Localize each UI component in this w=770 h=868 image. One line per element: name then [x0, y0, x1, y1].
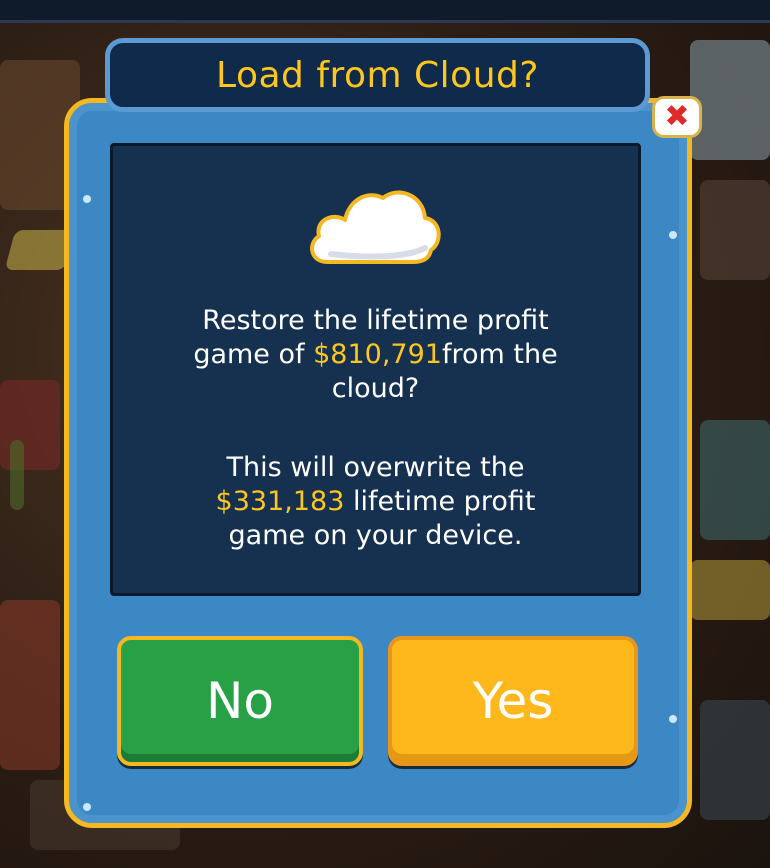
- dialog-title-plate: Load from Cloud?: [105, 38, 650, 112]
- rivet: [669, 231, 677, 239]
- dialog-title: Load from Cloud?: [216, 54, 539, 96]
- background-building: [0, 380, 60, 470]
- no-button-label: No: [206, 672, 274, 730]
- restore-line-3: cloud?: [331, 373, 420, 404]
- background-building: [0, 600, 60, 770]
- restore-line-2: game of $810,791from the: [193, 339, 558, 370]
- warning-line-3: game on your device.: [228, 520, 523, 551]
- background-building: [700, 700, 770, 820]
- warning-line-2: $331,183 lifetime profit: [215, 486, 536, 517]
- background-building: [700, 420, 770, 540]
- cactus-decoration: [10, 440, 24, 510]
- overwrite-warning: This will overwrite the $331,183 lifetim…: [113, 451, 638, 553]
- background-building: [690, 40, 770, 160]
- rivet: [669, 715, 677, 723]
- rivet: [83, 803, 91, 811]
- background-building: [690, 560, 770, 620]
- top-bar: [0, 0, 770, 23]
- restore-line-1: Restore the lifetime profit: [202, 305, 549, 336]
- cloud-icon: [310, 190, 441, 264]
- warning-line-1: This will overwrite the: [226, 452, 525, 483]
- rivet: [83, 195, 91, 203]
- yes-button-label: Yes: [472, 672, 554, 730]
- message-panel: Restore the lifetime profit game of $810…: [110, 143, 641, 596]
- yes-button[interactable]: Yes: [388, 636, 638, 766]
- cloud-profit-amount: $810,791: [313, 339, 442, 370]
- close-icon: ✖: [664, 99, 690, 134]
- device-profit-amount: $331,183: [215, 486, 345, 517]
- close-button[interactable]: ✖: [652, 96, 702, 138]
- restore-message: Restore the lifetime profit game of $810…: [113, 304, 638, 406]
- no-button[interactable]: No: [117, 636, 363, 766]
- background-building: [700, 180, 770, 280]
